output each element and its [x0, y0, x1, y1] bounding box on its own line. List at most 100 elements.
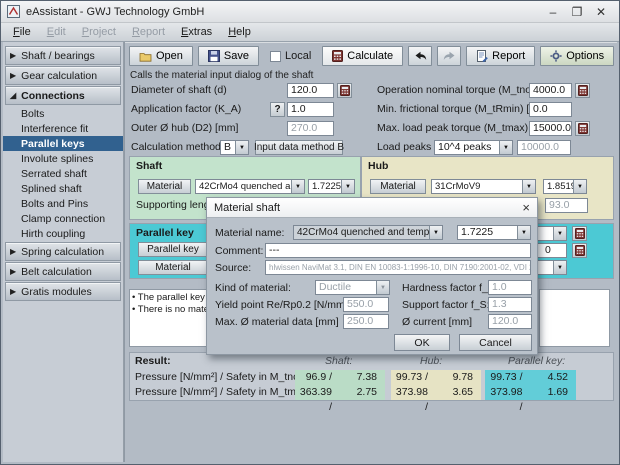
sidebar-section-gratis-modules[interactable]: ▶ Gratis modules — [5, 282, 121, 301]
undo-icon — [414, 51, 427, 61]
material-name-select[interactable]: 42CrMo4 quenched and tempered ▼ — [293, 225, 443, 240]
report-button[interactable]: Report — [466, 46, 535, 66]
sidebar-item-clamp-connection[interactable]: Clamp connection — [3, 211, 123, 226]
title-bar: eAssistant - GWJ Technology GmbH – ❐ ✕ — [1, 1, 619, 23]
local-checkbox-group: Local — [270, 50, 311, 62]
peak-torque-calculator-button[interactable] — [575, 121, 590, 136]
parallel-key-material-button[interactable]: Material — [138, 260, 208, 275]
dialog-title: Material shaft — [214, 202, 280, 214]
sidebar-section-shaft-bearings[interactable]: ▶ Shaft / bearings — [5, 46, 121, 65]
sidebar-item-hirth-coupling[interactable]: Hirth coupling — [3, 226, 123, 241]
supporting-length-label: Supporting length (l — [136, 198, 211, 213]
sidebar-section-connections[interactable]: ◢ Connections — [5, 86, 121, 105]
minimize-button[interactable]: – — [541, 2, 565, 22]
cancel-button[interactable]: Cancel — [459, 334, 532, 351]
document-report-icon — [476, 50, 488, 62]
sidebar-item-splined-shaft[interactable]: Splined shaft — [3, 181, 123, 196]
nominal-torque-calculator-button[interactable] — [575, 83, 590, 98]
chevron-down-icon: ◢ — [10, 91, 16, 100]
dropdown-arrow-icon: ▼ — [517, 226, 530, 239]
calculator-icon — [332, 50, 343, 62]
shaft-material-select[interactable]: 42CrMo4 quenched and t... ▼ — [195, 179, 305, 194]
outer-hub-label: Outer Ø hub (D2) [mm] — [131, 121, 238, 136]
dropdown-arrow-icon: ▼ — [235, 141, 248, 154]
calculate-button[interactable]: Calculate — [322, 46, 403, 66]
dropdown-arrow-icon: ▼ — [573, 180, 586, 193]
ok-button[interactable]: OK — [394, 334, 450, 351]
hub-material-button[interactable]: Material — [370, 179, 426, 194]
redo-button[interactable] — [437, 46, 461, 66]
shaft-material-button[interactable]: Material — [138, 179, 191, 194]
menu-help[interactable]: Help — [220, 24, 259, 40]
floppy-disk-icon — [208, 50, 220, 62]
sidebar-item-bolts[interactable]: Bolts — [3, 106, 123, 121]
parallel-key-panel-title: Parallel key — [136, 227, 194, 239]
dropdown-arrow-icon: ▼ — [429, 226, 442, 239]
support-factor-input: 1.3 — [488, 297, 532, 312]
material-name-label: Material name: — [215, 226, 284, 240]
load-peaks-select[interactable]: 10^4 peaks ▼ — [434, 140, 513, 155]
sidebar-section-spring-calculation[interactable]: ▶ Spring calculation — [5, 242, 121, 261]
maximize-button[interactable]: ❐ — [565, 2, 589, 22]
calculation-method-select[interactable]: B ▼ — [220, 140, 249, 155]
preview-box — [539, 289, 610, 347]
nominal-torque-input[interactable]: 4000.0 — [529, 83, 572, 98]
outer-hub-input: 270.0 — [287, 121, 334, 136]
close-button[interactable]: ✕ — [589, 2, 613, 22]
application-factor-input[interactable]: 1.0 — [287, 102, 334, 117]
comment-input[interactable]: --- — [265, 243, 531, 258]
shaft-material-number-select[interactable]: 1.7225 ▼ — [308, 179, 355, 194]
input-data-method-b-button[interactable]: Input data method B — [255, 140, 343, 155]
support-factor-label: Support factor f_S: — [402, 298, 490, 312]
parallel-key-button[interactable]: Parallel key — [138, 242, 208, 257]
dialog-close-icon[interactable]: × — [522, 199, 530, 217]
dropdown-arrow-icon: ▼ — [499, 141, 512, 154]
diameter-calculator-button[interactable] — [337, 83, 352, 98]
sidebar-item-interference-fit[interactable]: Interference fit — [3, 121, 123, 136]
menu-extras[interactable]: Extras — [173, 24, 220, 40]
hub-panel-title: Hub — [368, 160, 388, 172]
sidebar-section-belt-calculation[interactable]: ▶ Belt calculation — [5, 262, 121, 281]
menu-project: Project — [74, 24, 124, 40]
frictional-torque-label: Min. frictional torque (M_tRmin) [Nm] — [377, 102, 549, 117]
current-diameter-input: 120.0 — [488, 314, 532, 329]
hub-material-select[interactable]: 31CrMoV9 ▼ — [431, 179, 536, 194]
result-panel: Result: Shaft: Hub: Parallel key: Pressu… — [129, 352, 614, 401]
comment-label: Comment: — [215, 244, 263, 258]
menu-bar: File Edit Project Report Extras Help — [1, 23, 619, 42]
result-row-tnom: Pressure [N/mm²] / Safety in M_tnom: 96.… — [130, 370, 613, 385]
peak-torque-input[interactable]: 15000.0 — [529, 121, 572, 136]
sidebar-item-involute-splines[interactable]: Involute splines — [3, 151, 123, 166]
options-button[interactable]: Options — [540, 46, 614, 66]
sidebar-item-bolts-and-pins[interactable]: Bolts and Pins — [3, 196, 123, 211]
sidebar-section-gear-calculation[interactable]: ▶ Gear calculation — [5, 66, 121, 85]
diameter-label: Diameter of shaft (d) — [131, 83, 227, 98]
parallel-key-calculator-button[interactable] — [572, 226, 587, 241]
material-number-select[interactable]: 1.7225 ▼ — [457, 225, 531, 240]
gear-icon — [550, 50, 562, 62]
open-button[interactable]: Open — [129, 46, 193, 66]
diameter-input[interactable]: 120.0 — [287, 83, 334, 98]
kind-of-material-select: Ductile ▼ — [315, 280, 390, 295]
sidebar-item-serrated-shaft[interactable]: Serrated shaft — [3, 166, 123, 181]
result-column-hub: Hub: — [420, 355, 442, 367]
menu-file[interactable]: File — [5, 24, 39, 40]
application-factor-help-button[interactable]: ? — [270, 102, 285, 117]
note-line: • The parallel key is — [132, 292, 216, 304]
chevron-right-icon: ▶ — [10, 51, 16, 60]
dropdown-arrow-icon: ▼ — [522, 180, 535, 193]
hub-material-number-select[interactable]: 1.8519 ▼ — [543, 179, 587, 194]
frictional-torque-input[interactable]: 0.0 — [529, 102, 572, 117]
kind-of-material-label: Kind of material: — [215, 281, 291, 295]
sidebar-item-parallel-keys[interactable]: Parallel keys — [3, 136, 123, 151]
notes-box: • The parallel key is • There is no mate… — [129, 289, 217, 347]
dropdown-arrow-icon: ▼ — [341, 180, 354, 193]
parallel-key-value-calculator-button[interactable] — [572, 243, 587, 258]
folder-open-icon — [139, 51, 152, 62]
result-title: Result: — [135, 355, 171, 367]
local-checkbox[interactable] — [270, 51, 281, 62]
chevron-right-icon: ▶ — [10, 247, 16, 256]
result-row-tmax: Pressure [N/mm²] / Safety in M_tmax: 363… — [130, 385, 613, 400]
save-button[interactable]: Save — [198, 46, 259, 66]
undo-button[interactable] — [408, 46, 432, 66]
